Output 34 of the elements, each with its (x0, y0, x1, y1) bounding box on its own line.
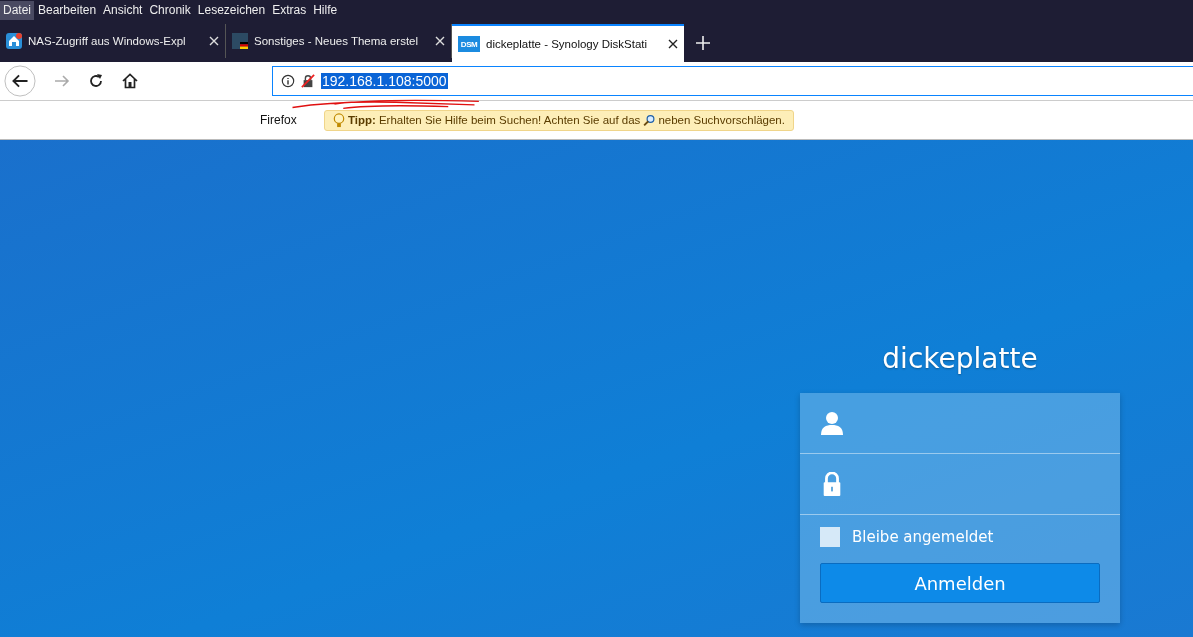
close-icon[interactable] (668, 39, 678, 49)
house-icon (6, 33, 22, 49)
menu-item[interactable]: Extras (269, 0, 310, 20)
tip-label: Tipp: (348, 114, 376, 126)
browser-tab[interactable]: Sonstiges - Neues Thema erstel (226, 24, 452, 58)
flag-logo-icon (232, 33, 248, 49)
menu-item[interactable]: Chronik (146, 0, 194, 20)
tab-title: Sonstiges - Neues Thema erstel (254, 35, 420, 47)
lightbulb-icon (333, 112, 345, 128)
back-icon[interactable] (4, 65, 36, 97)
insecure-lock-icon[interactable] (301, 74, 315, 88)
menu-item[interactable]: Hilfe (310, 0, 341, 20)
magnifier-icon (643, 112, 656, 128)
sign-in-button[interactable]: Anmelden (820, 563, 1100, 603)
tip-text: neben Suchvorschlägen. (658, 114, 785, 126)
new-tab-icon[interactable] (696, 36, 710, 50)
user-icon (820, 411, 844, 435)
browser-tab[interactable]: DSM dickeplatte - Synology DiskStati (452, 24, 684, 62)
home-icon[interactable] (122, 73, 138, 89)
checkbox[interactable] (820, 527, 840, 547)
menu-item[interactable]: Lesezeichen (194, 0, 269, 20)
tab-title: dickeplatte - Synology DiskStati (486, 38, 649, 50)
search-engine-label[interactable]: Firefox (260, 113, 324, 127)
tab-title: NAS-Zugriff aus Windows-Expl (28, 35, 187, 47)
reload-icon[interactable] (88, 73, 104, 89)
url-text: 192.168.1.108:5000 (321, 73, 448, 89)
hostname-title: dickeplatte (882, 342, 1038, 375)
menu-item[interactable]: Ansicht (100, 0, 146, 20)
tip-text: Erhalten Sie Hilfe beim Suchen! Achten Sie auf das (378, 114, 641, 126)
browser-tab[interactable]: NAS-Zugriff aus Windows-Expl (0, 24, 226, 58)
app-logo-icon: DSM (458, 36, 480, 52)
info-icon[interactable] (281, 74, 295, 88)
menu-item[interactable]: Datei (0, 0, 34, 20)
menu-item[interactable]: Bearbeiten (35, 0, 100, 20)
